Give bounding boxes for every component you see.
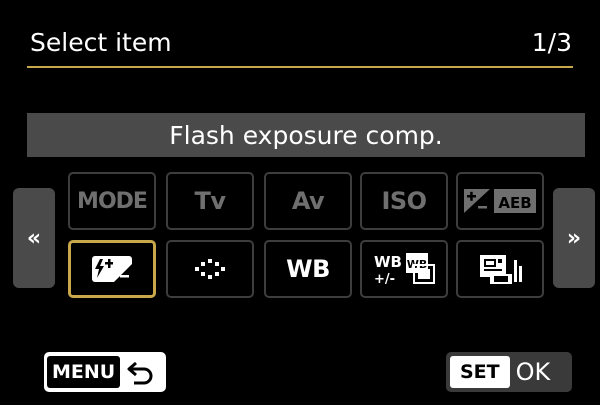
item-av[interactable]: Av [264, 172, 352, 230]
svg-text:+/-: +/- [374, 272, 395, 287]
item-white-balance-label: WB [286, 255, 330, 283]
picture-style-icon [195, 259, 225, 279]
item-picture-style[interactable] [166, 240, 254, 298]
menu-back-button[interactable]: MENU [44, 352, 166, 392]
back-arrow-icon [127, 361, 153, 385]
quick-control-screen: Select item 1/3 Flash exposure comp. « »… [0, 0, 600, 405]
header: Select item 1/3 [27, 0, 573, 68]
item-flash-exposure-comp[interactable] [68, 240, 156, 298]
item-white-balance[interactable]: WB [264, 240, 352, 298]
set-ok-button[interactable]: SET OK [446, 352, 572, 392]
item-iso[interactable]: ISO [360, 172, 448, 230]
item-exposure-comp-aeb[interactable]: AEB [456, 172, 544, 230]
set-button-label: SET [450, 356, 510, 388]
double-chevron-right-icon: » [566, 225, 582, 251]
double-chevron-left-icon: « [26, 225, 42, 251]
item-mode-label: MODE [77, 188, 148, 214]
wb-shift-bracket-icon: WB +/- WB [374, 253, 435, 287]
page-title: Select item [30, 28, 172, 57]
item-mode[interactable]: MODE [68, 172, 156, 230]
item-custom-white-balance[interactable] [456, 240, 544, 298]
exposure-comp-aeb-icon: AEB [464, 189, 536, 213]
item-wb-shift-bracket[interactable]: WB +/- WB [360, 240, 448, 298]
next-page-button[interactable]: » [553, 188, 595, 288]
flash-exposure-comp-icon [92, 256, 132, 282]
page-indicator: 1/3 [531, 28, 572, 57]
item-av-label: Av [291, 187, 325, 215]
menu-button-label: MENU [47, 356, 121, 388]
current-item-label: Flash exposure comp. [27, 113, 585, 157]
svg-text:WB: WB [374, 253, 402, 271]
custom-white-balance-icon [480, 255, 522, 284]
item-iso-label: ISO [381, 187, 427, 215]
prev-page-button[interactable]: « [13, 188, 55, 288]
item-tv[interactable]: Tv [166, 172, 254, 230]
svg-text:AEB: AEB [498, 194, 531, 212]
item-tv-label: Tv [194, 187, 226, 215]
ok-label: OK [515, 358, 551, 386]
